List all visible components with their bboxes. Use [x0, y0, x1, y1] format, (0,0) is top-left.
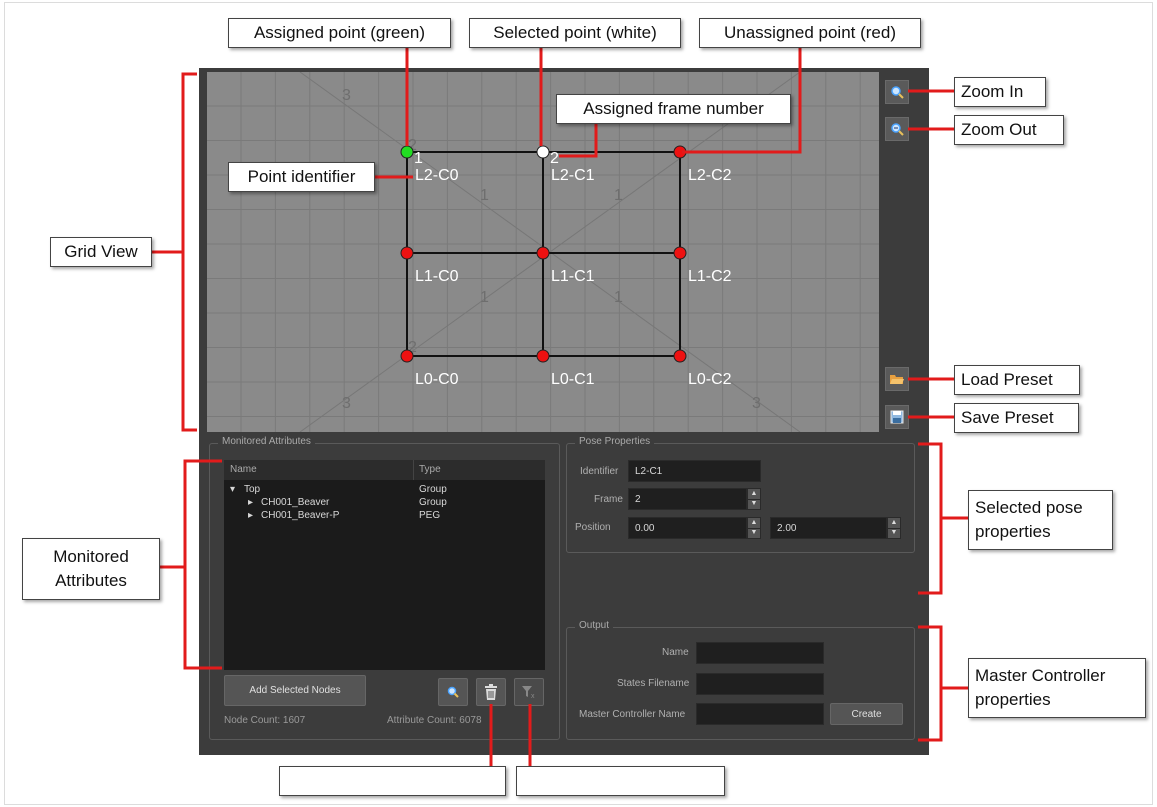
callout-point-identifier: Point identifier: [228, 162, 375, 192]
callout-grid-view: Grid View: [50, 237, 152, 267]
callout-load-preset: Load Preset: [954, 365, 1080, 395]
callout-blank-1: [279, 766, 506, 796]
callout-master-controller-properties: Master Controller properties: [968, 658, 1146, 718]
callout-blank-2: [516, 766, 725, 796]
callout-assigned-frame-number: Assigned frame number: [556, 94, 791, 124]
callout-zoom-out: Zoom Out: [954, 115, 1064, 145]
callout-zoom-in: Zoom In: [954, 77, 1046, 107]
callout-monitored-attributes: Monitored Attributes: [22, 538, 160, 600]
callout-selected-pose-properties: Selected pose properties: [968, 490, 1113, 550]
callout-unassigned-point: Unassigned point (red): [699, 18, 921, 48]
callout-save-preset: Save Preset: [954, 403, 1079, 433]
callout-selected-point: Selected point (white): [469, 18, 681, 48]
callout-assigned-point: Assigned point (green): [228, 18, 451, 48]
